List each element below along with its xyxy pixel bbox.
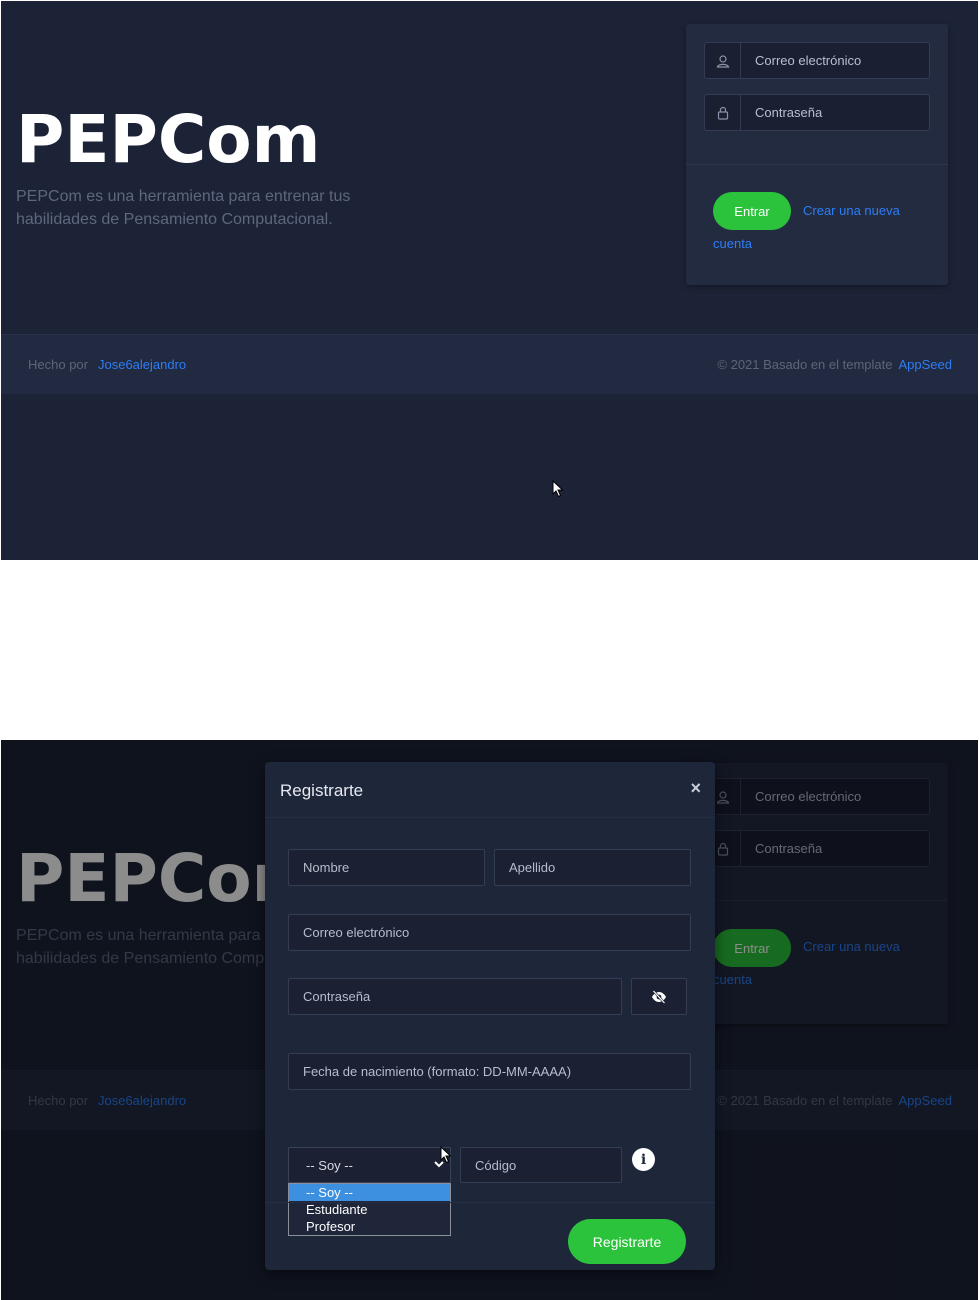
eye-slash-icon[interactable]	[631, 978, 687, 1015]
role-option[interactable]: -- Soy --	[289, 1184, 450, 1201]
mouse-cursor-icon	[552, 480, 564, 498]
code-input[interactable]: Código	[460, 1147, 622, 1183]
lock-icon	[705, 95, 741, 130]
password-input[interactable]: Contraseña	[741, 95, 929, 130]
info-icon[interactable]: i	[632, 1148, 655, 1171]
mouse-cursor-icon	[440, 1146, 452, 1164]
made-by-label: Hecho por	[28, 357, 88, 372]
hero-description: PEPCom es una herramienta para entrenar …	[16, 188, 351, 228]
birthdate-input[interactable]: Fecha de nacimiento (formato: DD-MM-AAAA…	[288, 1053, 691, 1090]
email-field[interactable]: Correo electrónico	[704, 42, 930, 79]
author-link[interactable]: Jose6alejandro	[98, 357, 186, 372]
modal-footer-divider	[265, 1202, 715, 1203]
role-dropdown[interactable]: -- Soy -- Estudiante Profesor	[288, 1183, 451, 1236]
role-select-value: -- Soy --	[306, 1157, 353, 1173]
login-card: Correo electrónico Contraseña Entrar Cre…	[686, 24, 948, 285]
footer-copyright: © 2021 Basado en el template AppSeed	[717, 357, 952, 372]
modal-title: Registrarte	[280, 781, 364, 800]
register-link-continued[interactable]: cuenta	[713, 236, 752, 251]
first-name-input[interactable]: Nombre	[288, 849, 485, 886]
close-icon[interactable]: ×	[690, 778, 701, 799]
role-option[interactable]: Profesor	[289, 1218, 450, 1235]
register-button[interactable]: Registrarte	[568, 1219, 686, 1264]
card-divider	[686, 164, 948, 165]
appseed-link[interactable]: AppSeed	[899, 357, 953, 372]
copyright-text: © 2021 Basado en el template	[717, 357, 893, 372]
register-link[interactable]: Crear una nueva	[803, 203, 900, 218]
login-button[interactable]: Entrar	[713, 192, 791, 230]
landing-page: PEPCom PEPCom es una herramienta para en…	[1, 1, 978, 560]
register-modal: Registrarte × Nombre Apellido Correo ele…	[265, 762, 715, 1270]
role-select[interactable]: -- Soy --	[288, 1147, 451, 1183]
last-name-input[interactable]: Apellido	[494, 849, 691, 886]
email-input[interactable]: Correo electrónico	[741, 43, 929, 78]
password-field[interactable]: Contraseña	[704, 94, 930, 131]
register-modal-page: PEPCom PEPCom es una herramienta para en…	[1, 740, 978, 1300]
password-input[interactable]: Contraseña	[288, 978, 622, 1015]
footer-credits: Hecho por Jose6alejandro	[28, 357, 186, 372]
email-input[interactable]: Correo electrónico	[288, 914, 691, 951]
footer: Hecho por Jose6alejandro © 2021 Basado en…	[1, 334, 978, 394]
modal-header-divider	[265, 817, 715, 818]
hero-title: PEPCom	[16, 101, 321, 178]
user-icon	[705, 43, 741, 78]
role-option[interactable]: Estudiante	[289, 1201, 450, 1218]
